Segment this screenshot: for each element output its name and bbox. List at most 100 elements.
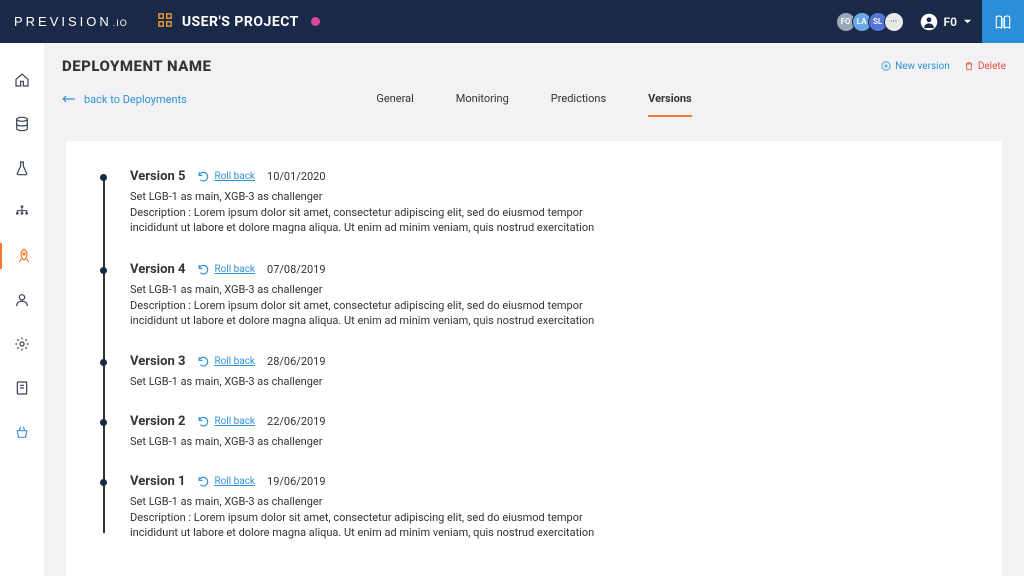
new-version-label: New version [895, 61, 950, 72]
version-date: 19/06/2019 [267, 475, 326, 488]
arrow-left-icon [62, 94, 76, 104]
version-description: Description : Lorem ipsum dolor sit amet… [130, 299, 600, 329]
sidebar-deployments[interactable] [0, 243, 43, 269]
version-title: Version 2 [130, 414, 185, 429]
version-title: Version 1 [130, 474, 185, 489]
book-icon [14, 380, 30, 396]
timeline-dot-icon [100, 479, 107, 486]
version-title: Version 4 [130, 262, 185, 277]
tab-monitoring[interactable]: Monitoring [456, 92, 509, 117]
versions-card: Version 5 Roll back 10/01/2020 Set LGB-1 as… [66, 141, 1002, 576]
version-item: Version 3 Roll back 28/06/2019 Set LGB-1 as… [100, 354, 976, 388]
sidebar-users[interactable] [0, 287, 44, 313]
version-date: 22/06/2019 [267, 415, 326, 428]
user-icon [920, 13, 938, 31]
header-actions: New version Delete [881, 61, 1006, 72]
sidebar [0, 43, 44, 576]
version-description: Description : Lorem ipsum dolor sit amet… [130, 206, 600, 236]
version-description: Description : Lorem ipsum dolor sit amet… [130, 511, 600, 541]
version-summary: Set LGB-1 as main, XGB-3 as challenger [130, 283, 976, 296]
rollback-label: Roll back [214, 264, 255, 275]
version-item: Version 4 Roll back 07/08/2019 Set LGB-1 as… [100, 262, 976, 329]
plus-circle-icon [881, 61, 891, 71]
tab-predictions[interactable]: Predictions [551, 92, 606, 117]
undo-icon [197, 475, 210, 488]
chevron-down-icon [963, 17, 972, 26]
back-link[interactable]: back to Deployments [62, 93, 187, 106]
rocket-icon [16, 248, 32, 264]
version-header: Version 5 Roll back 10/01/2020 [130, 169, 976, 184]
version-date: 07/08/2019 [267, 263, 326, 276]
user-icon [14, 292, 30, 308]
rollback-button[interactable]: Roll back [197, 475, 255, 488]
tab-general[interactable]: General [376, 92, 413, 117]
delete-button[interactable]: Delete [964, 61, 1006, 72]
rollback-label: Roll back [214, 476, 255, 487]
timeline-dot-icon [100, 419, 107, 426]
brand-main: PREVISION [14, 14, 112, 29]
version-summary: Set LGB-1 as main, XGB-3 as challenger [130, 495, 976, 508]
rollback-label: Roll back [214, 416, 255, 427]
avatar[interactable]: ··· [884, 12, 904, 32]
trash-icon [964, 61, 974, 71]
undo-icon [197, 263, 210, 276]
rollback-label: Roll back [214, 171, 255, 182]
home-icon [14, 72, 30, 88]
timeline-dot-icon [100, 359, 107, 366]
sidebar-reports[interactable] [0, 375, 44, 401]
sidebar-data[interactable] [0, 111, 44, 137]
sidebar-home[interactable] [0, 67, 44, 93]
version-title: Version 5 [130, 169, 185, 184]
project-name: USER'S PROJECT [182, 14, 299, 30]
version-header: Version 2 Roll back 22/06/2019 [130, 414, 976, 429]
undo-icon [197, 170, 210, 183]
version-header: Version 4 Roll back 07/08/2019 [130, 262, 976, 277]
project-selector[interactable]: USER'S PROJECT [158, 12, 320, 31]
collaborators[interactable]: FOLASL··· [836, 12, 904, 32]
tabs: General Monitoring Predictions Versions [62, 92, 1006, 117]
version-item: Version 1 Roll back 19/06/2019 Set LGB-1 as… [100, 474, 976, 541]
version-date: 28/06/2019 [267, 355, 326, 368]
top-nav: PREVISION.IO USER'S PROJECT FOLASL··· F0 [0, 0, 1024, 43]
version-summary: Set LGB-1 as main, XGB-3 as challenger [130, 375, 976, 388]
undo-icon [197, 415, 210, 428]
user-menu[interactable]: F0 [920, 13, 972, 31]
timeline-dot-icon [100, 174, 107, 181]
basket-icon [14, 424, 30, 440]
main-content: DEPLOYMENT NAME New version Delete back … [44, 43, 1024, 576]
timeline-dot-icon [100, 267, 107, 274]
undo-icon [197, 355, 210, 368]
timeline: Version 5 Roll back 10/01/2020 Set LGB-1 as… [92, 169, 976, 541]
sidebar-experiments[interactable] [0, 155, 44, 181]
version-summary: Set LGB-1 as main, XGB-3 as challenger [130, 435, 976, 448]
page-title: DEPLOYMENT NAME [62, 57, 211, 75]
tree-icon [14, 204, 30, 220]
version-title: Version 3 [130, 354, 185, 369]
flask-icon [14, 160, 30, 176]
top-right: FOLASL··· F0 [836, 0, 1024, 43]
version-item: Version 5 Roll back 10/01/2020 Set LGB-1 as… [100, 169, 976, 236]
sidebar-pipelines[interactable] [0, 199, 44, 225]
version-item: Version 2 Roll back 22/06/2019 Set LGB-1 as… [100, 414, 976, 448]
rollback-button[interactable]: Roll back [197, 263, 255, 276]
version-header: Version 3 Roll back 28/06/2019 [130, 354, 976, 369]
rollback-button[interactable]: Roll back [197, 355, 255, 368]
page-header: DEPLOYMENT NAME New version Delete back … [44, 43, 1024, 117]
new-version-button[interactable]: New version [881, 61, 950, 72]
rollback-button[interactable]: Roll back [197, 415, 255, 428]
book-icon [994, 13, 1012, 31]
version-date: 10/01/2020 [267, 170, 326, 183]
sidebar-settings[interactable] [0, 331, 44, 357]
help-button[interactable] [982, 0, 1024, 43]
brand-logo[interactable]: PREVISION.IO [14, 14, 128, 29]
user-label: F0 [944, 15, 957, 29]
grid-icon [158, 12, 172, 31]
sidebar-store[interactable] [0, 419, 44, 445]
back-link-label: back to Deployments [84, 93, 187, 106]
tab-versions[interactable]: Versions [648, 92, 692, 117]
version-summary: Set LGB-1 as main, XGB-3 as challenger [130, 190, 976, 203]
version-header: Version 1 Roll back 19/06/2019 [130, 474, 976, 489]
status-dot-icon [311, 17, 320, 26]
gear-icon [14, 336, 30, 352]
rollback-button[interactable]: Roll back [197, 170, 255, 183]
